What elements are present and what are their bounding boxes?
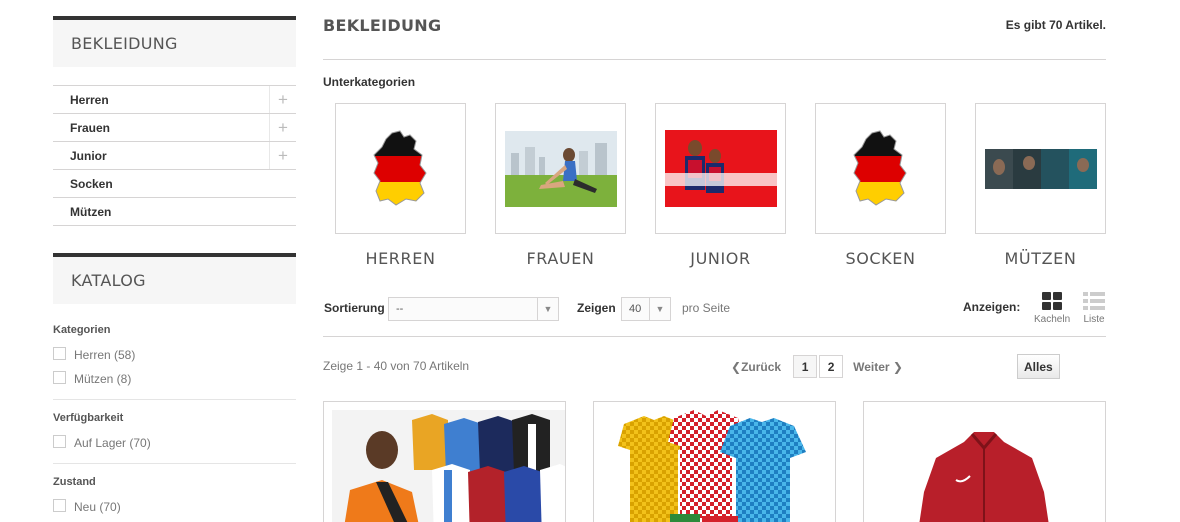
subcategory-list: HERREN FRAUEN JUNIOR SOCKEN MÜTZEN bbox=[335, 103, 1106, 273]
subcategory-thumbnail[interactable] bbox=[815, 103, 946, 234]
per-page-suffix: pro Seite bbox=[682, 301, 731, 315]
sidebar-item-socken[interactable]: Socken bbox=[53, 170, 296, 198]
sort-select-value: -- bbox=[396, 303, 404, 315]
sidebar-item-label: Frauen bbox=[70, 120, 111, 135]
jerseys-collage-image[interactable] bbox=[332, 410, 566, 522]
category-tree: Herren + Frauen + Junior + Socken Mützen bbox=[53, 85, 296, 226]
chevron-down-icon[interactable]: ▼ bbox=[649, 298, 670, 320]
subcategory-name[interactable]: FRAUEN bbox=[495, 249, 626, 268]
subcategory-herren[interactable]: HERREN bbox=[335, 103, 466, 268]
subcategory-thumbnail[interactable] bbox=[335, 103, 466, 234]
subcategory-thumbnail[interactable] bbox=[975, 103, 1106, 234]
subcategory-name[interactable]: JUNIOR bbox=[655, 249, 786, 268]
checkbox[interactable] bbox=[53, 434, 66, 448]
subcategory-name[interactable]: MÜTZEN bbox=[975, 249, 1106, 268]
grid-view-button[interactable]: Kacheln bbox=[1034, 292, 1070, 325]
sort-label: Sortierung bbox=[324, 301, 385, 315]
filter-title: Zustand bbox=[53, 476, 96, 488]
filter-title: Verfügbarkeit bbox=[53, 412, 124, 424]
per-page-value: 40 bbox=[629, 303, 642, 315]
filter-option-neu[interactable]: Neu (70) bbox=[53, 495, 296, 519]
sidebar-item-herren[interactable]: Herren + bbox=[53, 86, 296, 114]
filter-option-muetzen[interactable]: Mützen (8) bbox=[53, 367, 296, 391]
grid-view-icon bbox=[1042, 292, 1063, 310]
catalog-block-title: KATALOG bbox=[53, 253, 296, 304]
woman-stretching-photo-icon bbox=[504, 130, 617, 207]
page-title: BEKLEIDUNG bbox=[323, 16, 442, 35]
subcategory-socken[interactable]: SOCKEN bbox=[815, 103, 946, 268]
subcategory-muetzen[interactable]: MÜTZEN bbox=[975, 103, 1106, 268]
subcategory-name[interactable]: SOCKEN bbox=[815, 249, 946, 268]
pagination-prev[interactable]: ❮Zurück bbox=[731, 360, 781, 374]
show-all-button[interactable]: Alles bbox=[1017, 354, 1060, 379]
filter-option-label: Mützen (8) bbox=[74, 372, 132, 386]
filter-option-label: Auf Lager (70) bbox=[74, 436, 151, 450]
checkbox[interactable] bbox=[53, 370, 66, 384]
filter-group-verfuegbarkeit: Verfügbarkeit Auf Lager (70) bbox=[53, 412, 296, 455]
subcategory-thumbnail[interactable] bbox=[495, 103, 626, 234]
sidebar-item-junior[interactable]: Junior + bbox=[53, 142, 296, 170]
subcategory-thumbnail[interactable] bbox=[655, 103, 786, 234]
showing-text: Zeige 1 - 40 von 70 Artikeln bbox=[323, 359, 470, 373]
divider bbox=[323, 59, 1106, 60]
checkered-jerseys-image[interactable] bbox=[594, 402, 835, 522]
list-view-label: Liste bbox=[1083, 314, 1105, 325]
product-count: Es gibt 70 Artikel. bbox=[1005, 18, 1106, 32]
sidebar-item-muetzen[interactable]: Mützen bbox=[53, 198, 296, 226]
divider bbox=[53, 399, 296, 400]
pagination: ❮Zurück 1 2 Weiter ❯ bbox=[731, 355, 903, 378]
pagination-next[interactable]: Weiter ❯ bbox=[853, 360, 903, 374]
pagination-prev-label: Zurück bbox=[741, 359, 782, 374]
checkbox[interactable] bbox=[53, 498, 66, 512]
sidebar-item-label: Socken bbox=[70, 176, 113, 191]
subcategory-name[interactable]: HERREN bbox=[335, 249, 466, 268]
expand-plus-icon[interactable]: + bbox=[269, 142, 296, 169]
chevron-left-icon: ❮ bbox=[731, 359, 742, 374]
filter-group-zustand: Zustand Neu (70) bbox=[53, 476, 296, 519]
germany-flag-map-icon bbox=[852, 129, 907, 206]
filter-title: Kategorien bbox=[53, 324, 111, 336]
chevron-down-icon[interactable]: ▼ bbox=[537, 298, 558, 320]
product-card[interactable] bbox=[323, 401, 566, 522]
catalog-block: KATALOG Kategorien Herren (58) Mützen (8… bbox=[53, 253, 296, 519]
page-2[interactable]: 2 bbox=[819, 355, 844, 378]
page-1[interactable]: 1 bbox=[793, 355, 818, 378]
view-label: Anzeigen: bbox=[963, 300, 1021, 314]
filter-option-herren[interactable]: Herren (58) bbox=[53, 343, 296, 367]
grid-view-label: Kacheln bbox=[1034, 314, 1071, 325]
subcategory-frauen[interactable]: FRAUEN bbox=[495, 103, 626, 268]
junior-players-photo-icon bbox=[664, 130, 777, 207]
germany-flag-map-icon bbox=[372, 129, 427, 206]
left-sidebar: BEKLEIDUNG Herren + Frauen + Junior + So… bbox=[53, 16, 296, 519]
filter-group-kategorien: Kategorien Herren (58) Mützen (8) bbox=[53, 324, 296, 391]
sidebar-item-label: Mützen bbox=[70, 204, 112, 219]
sort-select[interactable]: -- ▼ bbox=[388, 297, 559, 321]
product-card[interactable] bbox=[863, 401, 1106, 522]
product-grid bbox=[323, 401, 1106, 522]
categories-block-title: BEKLEIDUNG bbox=[53, 16, 296, 67]
filter-option-label: Herren (58) bbox=[74, 348, 136, 362]
filter-option-label: Neu (70) bbox=[74, 500, 121, 514]
list-view-icon bbox=[1083, 292, 1105, 310]
beanie-banner-icon bbox=[984, 148, 1097, 189]
list-view-button[interactable]: Liste bbox=[1083, 292, 1105, 325]
chevron-right-icon: ❯ bbox=[892, 359, 903, 374]
sidebar-item-frauen[interactable]: Frauen + bbox=[53, 114, 296, 142]
filter-option-auf-lager[interactable]: Auf Lager (70) bbox=[53, 431, 296, 455]
sidebar-item-label: Herren bbox=[70, 92, 109, 107]
subcategory-junior[interactable]: JUNIOR bbox=[655, 103, 786, 268]
divider bbox=[53, 463, 296, 464]
checkbox[interactable] bbox=[53, 346, 66, 360]
per-page-select[interactable]: 40 ▼ bbox=[621, 297, 671, 321]
product-card[interactable] bbox=[593, 401, 836, 522]
subcategories-heading: Unterkategorien bbox=[323, 75, 416, 89]
divider bbox=[323, 336, 1106, 337]
red-jacket-image[interactable] bbox=[864, 402, 1105, 522]
expand-plus-icon[interactable]: + bbox=[269, 86, 296, 113]
pagination-next-label: Weiter bbox=[853, 359, 890, 374]
expand-plus-icon[interactable]: + bbox=[269, 114, 296, 141]
sort-bar: Sortierung -- ▼ Zeigen 40 ▼ pro Seite An… bbox=[323, 292, 1106, 325]
sidebar-item-label: Junior bbox=[70, 148, 107, 163]
show-label: Zeigen bbox=[577, 301, 616, 315]
